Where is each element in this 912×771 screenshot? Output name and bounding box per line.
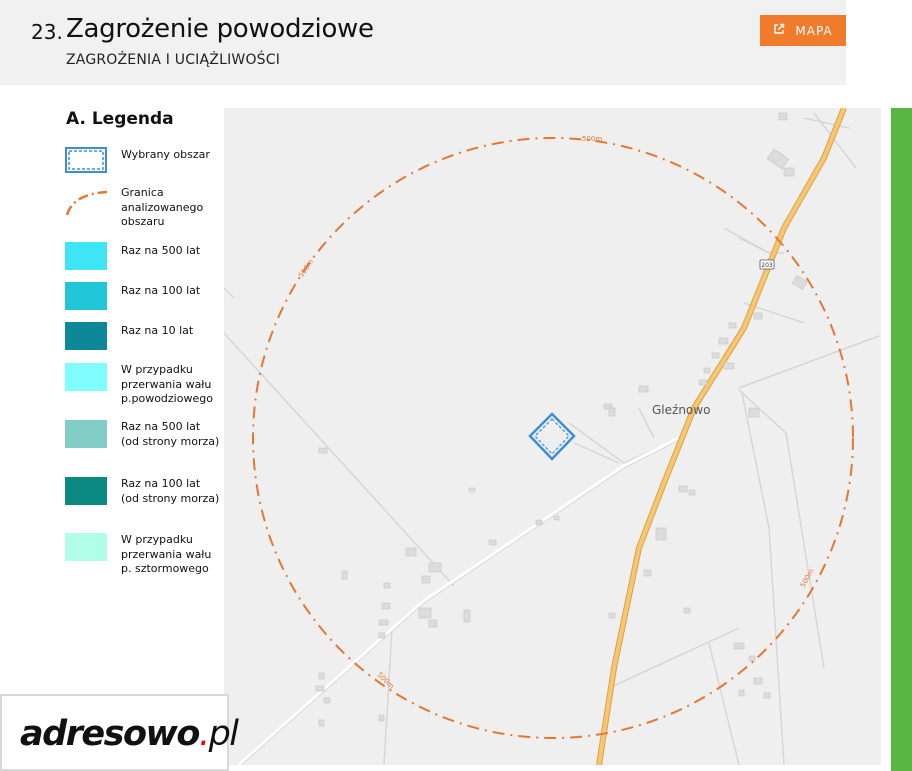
section-header: 23. Zagrożenie powodziowe ZAGROŻENIA I U… xyxy=(0,0,846,85)
adresowo-logo: adresowo.pl xyxy=(20,714,239,754)
legend-title: A. Legenda xyxy=(66,109,174,129)
road-shield: 203 xyxy=(759,259,775,270)
logo-box[interactable]: adresowo.pl xyxy=(0,694,239,771)
legend-label: Raz na 10 lat xyxy=(121,324,194,337)
legend-label: Raz na 500 lat xyxy=(121,244,201,257)
color-swatch xyxy=(65,242,107,270)
color-swatch xyxy=(65,282,107,310)
legend-label: W przypadku przerwania wału p. sztormowe… xyxy=(121,533,212,575)
color-swatch xyxy=(65,420,107,448)
legend-label: W przypadku przerwania wału p.powodziowe… xyxy=(121,363,213,405)
map-button[interactable]: MAPA xyxy=(760,15,846,46)
buildings xyxy=(315,112,808,727)
page-subtitle: ZAGROŻENIA I UCIĄŻLIWOŚCI xyxy=(66,52,281,68)
local-road xyxy=(237,436,680,765)
color-swatch xyxy=(65,533,107,561)
main-road-edge xyxy=(596,108,847,765)
local-road-edge xyxy=(240,439,680,765)
map-button-label: MAPA xyxy=(795,23,833,38)
flood-map[interactable]: 203 Gleźnowo 500m 500m 500m 500m xyxy=(224,108,881,765)
color-swatch xyxy=(65,477,107,505)
road-shield-label: 203 xyxy=(761,262,773,269)
radius-label: 500m xyxy=(799,567,816,589)
side-accent-bar xyxy=(891,108,912,771)
radius-label: 500m xyxy=(297,258,315,279)
external-link-icon xyxy=(773,23,785,38)
section-number: 23. xyxy=(31,20,63,44)
legend-label: Wybrany obszar xyxy=(121,148,210,161)
legend-label: Raz na 100 lat (od strony morza) xyxy=(121,477,220,505)
main-road xyxy=(597,108,846,765)
selected-area[interactable] xyxy=(528,412,576,461)
place-label: Gleźnowo xyxy=(652,403,710,417)
selected-area-swatch xyxy=(65,146,107,174)
minor-roads xyxy=(224,112,880,765)
color-swatch xyxy=(65,322,107,350)
analysis-boundary xyxy=(252,137,854,739)
map-canvas: 203 Gleźnowo 500m 500m 500m 500m xyxy=(224,108,880,765)
legend-label: Raz na 500 lat (od strony morza) xyxy=(121,420,220,448)
boundary-arc-swatch xyxy=(65,188,108,216)
radius-label: 500m xyxy=(376,671,396,691)
legend-label: Granica analizowanego obszaru xyxy=(121,186,204,228)
legend-label: Raz na 100 lat xyxy=(121,284,201,297)
color-swatch xyxy=(65,363,107,391)
radius-label: 500m xyxy=(582,135,602,143)
page-title: Zagrożenie powodziowe xyxy=(66,14,374,44)
